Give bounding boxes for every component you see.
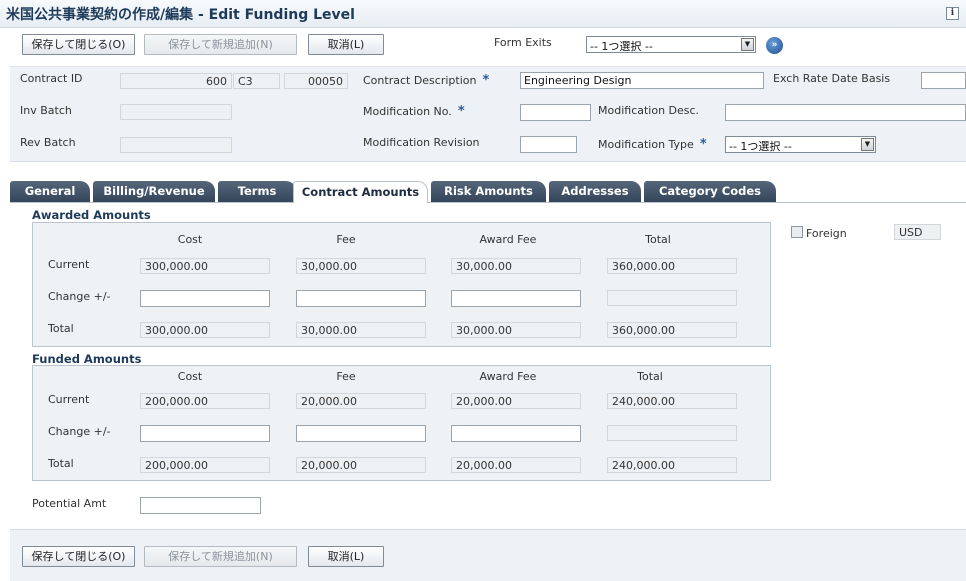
- tab-billing-revenue[interactable]: Billing/Revenue: [93, 181, 215, 202]
- mod-type-value: -- 1つ選択 --: [729, 140, 792, 153]
- awarded-col-cost: Cost: [177, 233, 203, 246]
- potential-amt-input[interactable]: [140, 497, 261, 514]
- cancel-button-bottom[interactable]: 取消(L): [308, 546, 384, 567]
- awarded-total-award-fee: 30,000.00: [451, 322, 581, 338]
- mod-rev-label: Modification Revision: [363, 136, 480, 149]
- awarded-row-change-label: Change +/-: [48, 290, 111, 303]
- contract-id-field: 600: [120, 73, 232, 89]
- required-marker: *: [482, 73, 490, 88]
- awarded-change-cost-input[interactable]: [140, 290, 270, 307]
- contract-id-label: Contract ID: [20, 72, 83, 85]
- tab-risk-amounts[interactable]: Risk Amounts: [431, 181, 546, 202]
- required-marker: *: [457, 104, 465, 119]
- awarded-total-cost: 300,000.00: [140, 322, 270, 338]
- funded-total-total: 240,000.00: [607, 457, 737, 473]
- awarded-change-fee-input[interactable]: [296, 290, 426, 307]
- inv-batch-field: [120, 104, 232, 120]
- contract-desc-label-text: Contract Description: [363, 74, 477, 87]
- awarded-current-total: 360,000.00: [607, 258, 737, 274]
- awarded-current-cost: 300,000.00: [140, 258, 270, 274]
- awarded-total-fee: 30,000.00: [296, 322, 426, 338]
- mod-desc-input[interactable]: [725, 104, 966, 121]
- contract-company-field: 00050: [284, 73, 348, 89]
- inv-batch-label: Inv Batch: [20, 104, 72, 117]
- save-close-button[interactable]: 保存して閉じる(O): [22, 34, 135, 55]
- form-exits-value: -- 1つ選択 --: [590, 40, 653, 53]
- funded-row-current-label: Current: [48, 393, 90, 406]
- cancel-button[interactable]: 取消(L): [308, 34, 384, 55]
- funded-current-award-fee: 20,000.00: [451, 393, 581, 409]
- funded-row-total-label: Total: [48, 457, 74, 470]
- awarded-col-award-fee: Award Fee: [479, 233, 537, 246]
- funded-total-award-fee: 20,000.00: [451, 457, 581, 473]
- mod-no-label-text: Modification No.: [363, 105, 452, 118]
- required-marker: *: [699, 137, 707, 152]
- funded-row-change-label: Change +/-: [48, 425, 111, 438]
- form-exits-select[interactable]: -- 1つ選択 -- ▼: [586, 36, 756, 53]
- go-icon[interactable]: »: [766, 37, 783, 54]
- funded-col-fee: Fee: [336, 370, 356, 383]
- awarded-change-total: [607, 290, 737, 306]
- funded-amounts-title: Funded Amounts: [32, 352, 142, 366]
- awarded-total-total: 360,000.00: [607, 322, 737, 338]
- awarded-row-current-label: Current: [48, 258, 90, 271]
- mod-rev-input[interactable]: [520, 136, 577, 153]
- awarded-row-total-label: Total: [48, 322, 74, 335]
- contract-desc-label: Contract Description *: [363, 73, 489, 88]
- form-exits-label: Form Exits: [494, 36, 552, 49]
- awarded-change-award-fee-input[interactable]: [451, 290, 581, 307]
- funded-current-total: 240,000.00: [607, 393, 737, 409]
- info-icon[interactable]: i: [946, 7, 959, 20]
- funded-change-award-fee-input[interactable]: [451, 425, 581, 442]
- mod-desc-label: Modification Desc.: [598, 104, 700, 117]
- rev-batch-field: [120, 137, 232, 153]
- save-add-new-button-bottom: 保存して新規追加(N): [144, 546, 297, 567]
- tab-strip: General Billing/Revenue Terms Contract A…: [10, 181, 966, 203]
- mod-no-label: Modification No. *: [363, 104, 465, 119]
- tab-category-codes[interactable]: Category Codes: [644, 181, 776, 202]
- chevron-down-icon: ▼: [741, 38, 754, 51]
- rev-batch-label: Rev Batch: [20, 136, 76, 149]
- tab-contract-amounts[interactable]: Contract Amounts: [293, 181, 428, 203]
- mod-no-input[interactable]: [520, 104, 591, 121]
- awarded-current-award-fee: 30,000.00: [451, 258, 581, 274]
- tab-terms[interactable]: Terms: [218, 181, 296, 202]
- foreign-checkbox[interactable]: [791, 226, 803, 238]
- tab-addresses[interactable]: Addresses: [549, 181, 641, 202]
- chevron-down-icon: ▼: [861, 138, 874, 151]
- contract-desc-input[interactable]: Engineering Design: [520, 72, 764, 89]
- page-title: 米国公共事業契約の作成/編集 - Edit Funding Level: [6, 7, 355, 23]
- funded-change-cost-input[interactable]: [140, 425, 270, 442]
- potential-amt-label: Potential Amt: [32, 497, 107, 510]
- awarded-amounts-title: Awarded Amounts: [32, 208, 151, 222]
- contract-type-field: C3: [233, 73, 280, 89]
- funded-current-cost: 200,000.00: [140, 393, 270, 409]
- save-add-new-button: 保存して新規追加(N): [144, 34, 297, 55]
- funded-change-total: [607, 425, 737, 441]
- exch-rate-label: Exch Rate Date Basis: [773, 72, 891, 85]
- funded-current-fee: 20,000.00: [296, 393, 426, 409]
- funded-change-fee-input[interactable]: [296, 425, 426, 442]
- mod-type-label-text: Modification Type: [598, 138, 694, 151]
- funded-col-total: Total: [637, 370, 663, 383]
- foreign-label: Foreign: [806, 227, 847, 240]
- awarded-col-fee: Fee: [336, 233, 356, 246]
- awarded-current-fee: 30,000.00: [296, 258, 426, 274]
- currency-code-field: USD: [894, 224, 941, 240]
- funded-total-cost: 200,000.00: [140, 457, 270, 473]
- awarded-col-total: Total: [645, 233, 671, 246]
- funded-col-award-fee: Award Fee: [479, 370, 537, 383]
- save-close-button-bottom[interactable]: 保存して閉じる(O): [22, 546, 135, 567]
- funded-total-fee: 20,000.00: [296, 457, 426, 473]
- exch-rate-input[interactable]: [921, 72, 966, 89]
- mod-type-select[interactable]: -- 1つ選択 -- ▼: [725, 136, 876, 153]
- funded-col-cost: Cost: [177, 370, 203, 383]
- tab-general[interactable]: General: [10, 181, 90, 202]
- mod-type-label: Modification Type *: [598, 137, 707, 152]
